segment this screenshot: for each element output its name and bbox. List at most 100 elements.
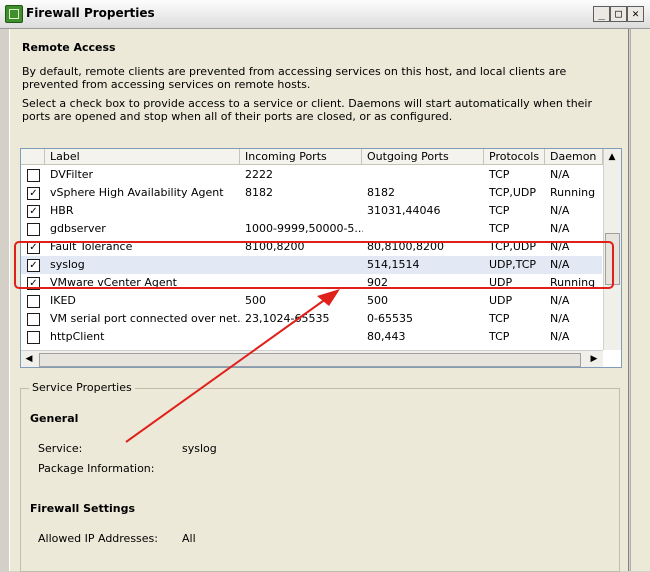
table-horizontal-scrollbar[interactable]: ◀ ▶ [21,350,603,367]
cell-protocols: TCP,UDP [489,186,537,199]
table-row[interactable]: httpClient 80,443 TCP N/A [21,328,602,346]
scroll-left-arrow-icon[interactable]: ◀ [21,351,37,367]
remote-access-description: By default, remote clients are prevented… [22,65,567,91]
close-button[interactable]: ✕ [627,6,644,22]
table-row[interactable]: VM serial port connected over net... 23,1… [21,310,602,328]
general-heading: General [30,412,79,425]
window-title: Firewall Properties [26,6,155,20]
scrollbar-thumb[interactable] [605,233,620,285]
service-checkbox[interactable] [27,313,40,326]
service-checkbox[interactable] [27,223,40,236]
cell-protocols: UDP [489,276,513,289]
column-header-incoming-ports[interactable]: Incoming Ports [240,149,362,165]
cell-outgoing: 8182 [367,186,395,199]
cell-daemon: N/A [550,204,570,217]
cell-daemon: N/A [550,168,570,181]
service-value: syslog [182,442,217,455]
cell-daemon: N/A [550,294,570,307]
cell-label: syslog [50,258,85,271]
cell-incoming: 500 [245,294,266,307]
checkbox-column-header[interactable] [21,149,45,165]
column-header-protocols[interactable]: Protocols [484,149,545,165]
service-checkbox[interactable] [27,169,40,182]
cell-label: httpClient [50,330,105,343]
firewall-settings-heading: Firewall Settings [30,502,136,515]
package-information-label: Package Information: [38,462,155,475]
cell-protocols: TCP [489,312,510,325]
cell-label: vSphere High Availability Agent [50,186,224,199]
cell-outgoing: 80,443 [367,330,406,343]
cell-outgoing: 500 [367,294,388,307]
cell-protocols: TCP [489,204,510,217]
column-header-daemon[interactable]: Daemon [545,149,603,165]
cell-incoming: 2222 [245,168,273,181]
cell-label: HBR [50,204,74,217]
remote-access-instructions: Select a check box to provide access to … [22,97,593,123]
table-row[interactable]: ✓ syslog 514,1514 UDP,TCP N/A [21,256,602,274]
allowed-ip-addresses-label: Allowed IP Addresses: [38,532,158,545]
cell-outgoing [367,166,485,184]
table-row[interactable]: IKED 500 500 UDP N/A [21,292,602,310]
table-row[interactable]: gdbserver 1000-9999,50000-5... TCP N/A [21,220,602,238]
cell-daemon: N/A [550,240,570,253]
cell-outgoing: 514,1514 [367,258,420,271]
table-vertical-scrollbar[interactable]: ▲ [603,149,621,350]
cell-protocols: UDP,TCP [489,258,537,271]
cell-daemon: Running [550,186,596,199]
service-properties-legend: Service Properties [29,381,135,394]
table-row[interactable]: ✓ VMware vCenter Agent 902 UDP Running [21,274,602,292]
cell-daemon: N/A [550,312,570,325]
service-checkbox[interactable] [27,295,40,308]
service-checkbox[interactable]: ✓ [27,259,40,272]
dialog-vertical-scrollbar[interactable] [630,29,650,571]
cell-daemon: Running [550,276,596,289]
cell-incoming: 1000-9999,50000-5... [245,222,363,235]
cell-protocols: TCP [489,168,510,181]
service-label: Service: [38,442,83,455]
firewall-app-icon [5,5,23,23]
cell-incoming [245,256,363,274]
scroll-right-arrow-icon[interactable]: ▶ [586,351,602,367]
service-checkbox[interactable]: ✓ [27,205,40,218]
minimize-button[interactable]: _ [593,6,610,22]
cell-label: Fault Tolerance [50,240,133,253]
table-row[interactable]: ✓ vSphere High Availability Agent 8182 8182… [21,184,602,202]
allowed-ip-addresses-value: All [182,532,196,545]
table-row[interactable]: ✓ Fault Tolerance 8100,8200 80,8100,8200 TCP… [21,238,602,256]
cell-outgoing [367,220,485,238]
cell-daemon: N/A [550,330,570,343]
cell-outgoing: 80,8100,8200 [367,240,444,253]
column-header-label[interactable]: Label [45,149,240,165]
cell-incoming [245,328,363,346]
cell-label: DVFilter [50,168,94,181]
cell-incoming: 8182 [245,186,273,199]
dialog-content: Remote Access By default, remote clients… [9,29,629,572]
table-row[interactable]: ✓ HBR 31031,44046 TCP N/A [21,202,602,220]
service-checkbox[interactable]: ✓ [27,241,40,254]
horizontal-scrollbar-thumb[interactable] [39,353,581,367]
service-checkbox[interactable] [27,331,40,344]
cell-protocols: TCP,UDP [489,240,537,253]
cell-incoming: 8100,8200 [245,240,305,253]
cell-protocols: TCP [489,330,510,343]
cell-outgoing: 0-65535 [367,312,413,325]
cell-label: VM serial port connected over net... [50,312,242,325]
cell-label: IKED [50,294,76,307]
cell-incoming: 23,1024-65535 [245,312,330,325]
column-header-outgoing-ports[interactable]: Outgoing Ports [362,149,484,165]
cell-incoming [245,274,363,292]
cell-outgoing: 31031,44046 [367,204,441,217]
cell-daemon: N/A [550,222,570,235]
table-row[interactable]: DVFilter 2222 TCP N/A [21,166,602,184]
service-checkbox[interactable]: ✓ [27,277,40,290]
remote-access-heading: Remote Access [22,41,116,54]
scroll-up-arrow-icon[interactable]: ▲ [604,149,620,165]
service-properties-group: Service Properties General Service: sysl… [20,381,620,572]
maximize-button[interactable]: □ [610,6,627,22]
title-bar: Firewall Properties _ □ ✕ [0,0,650,29]
cell-incoming [245,202,363,220]
cell-protocols: TCP [489,222,510,235]
cell-protocols: UDP [489,294,513,307]
services-table: Label Incoming Ports Outgoing Ports Prot… [20,148,622,368]
service-checkbox[interactable]: ✓ [27,187,40,200]
